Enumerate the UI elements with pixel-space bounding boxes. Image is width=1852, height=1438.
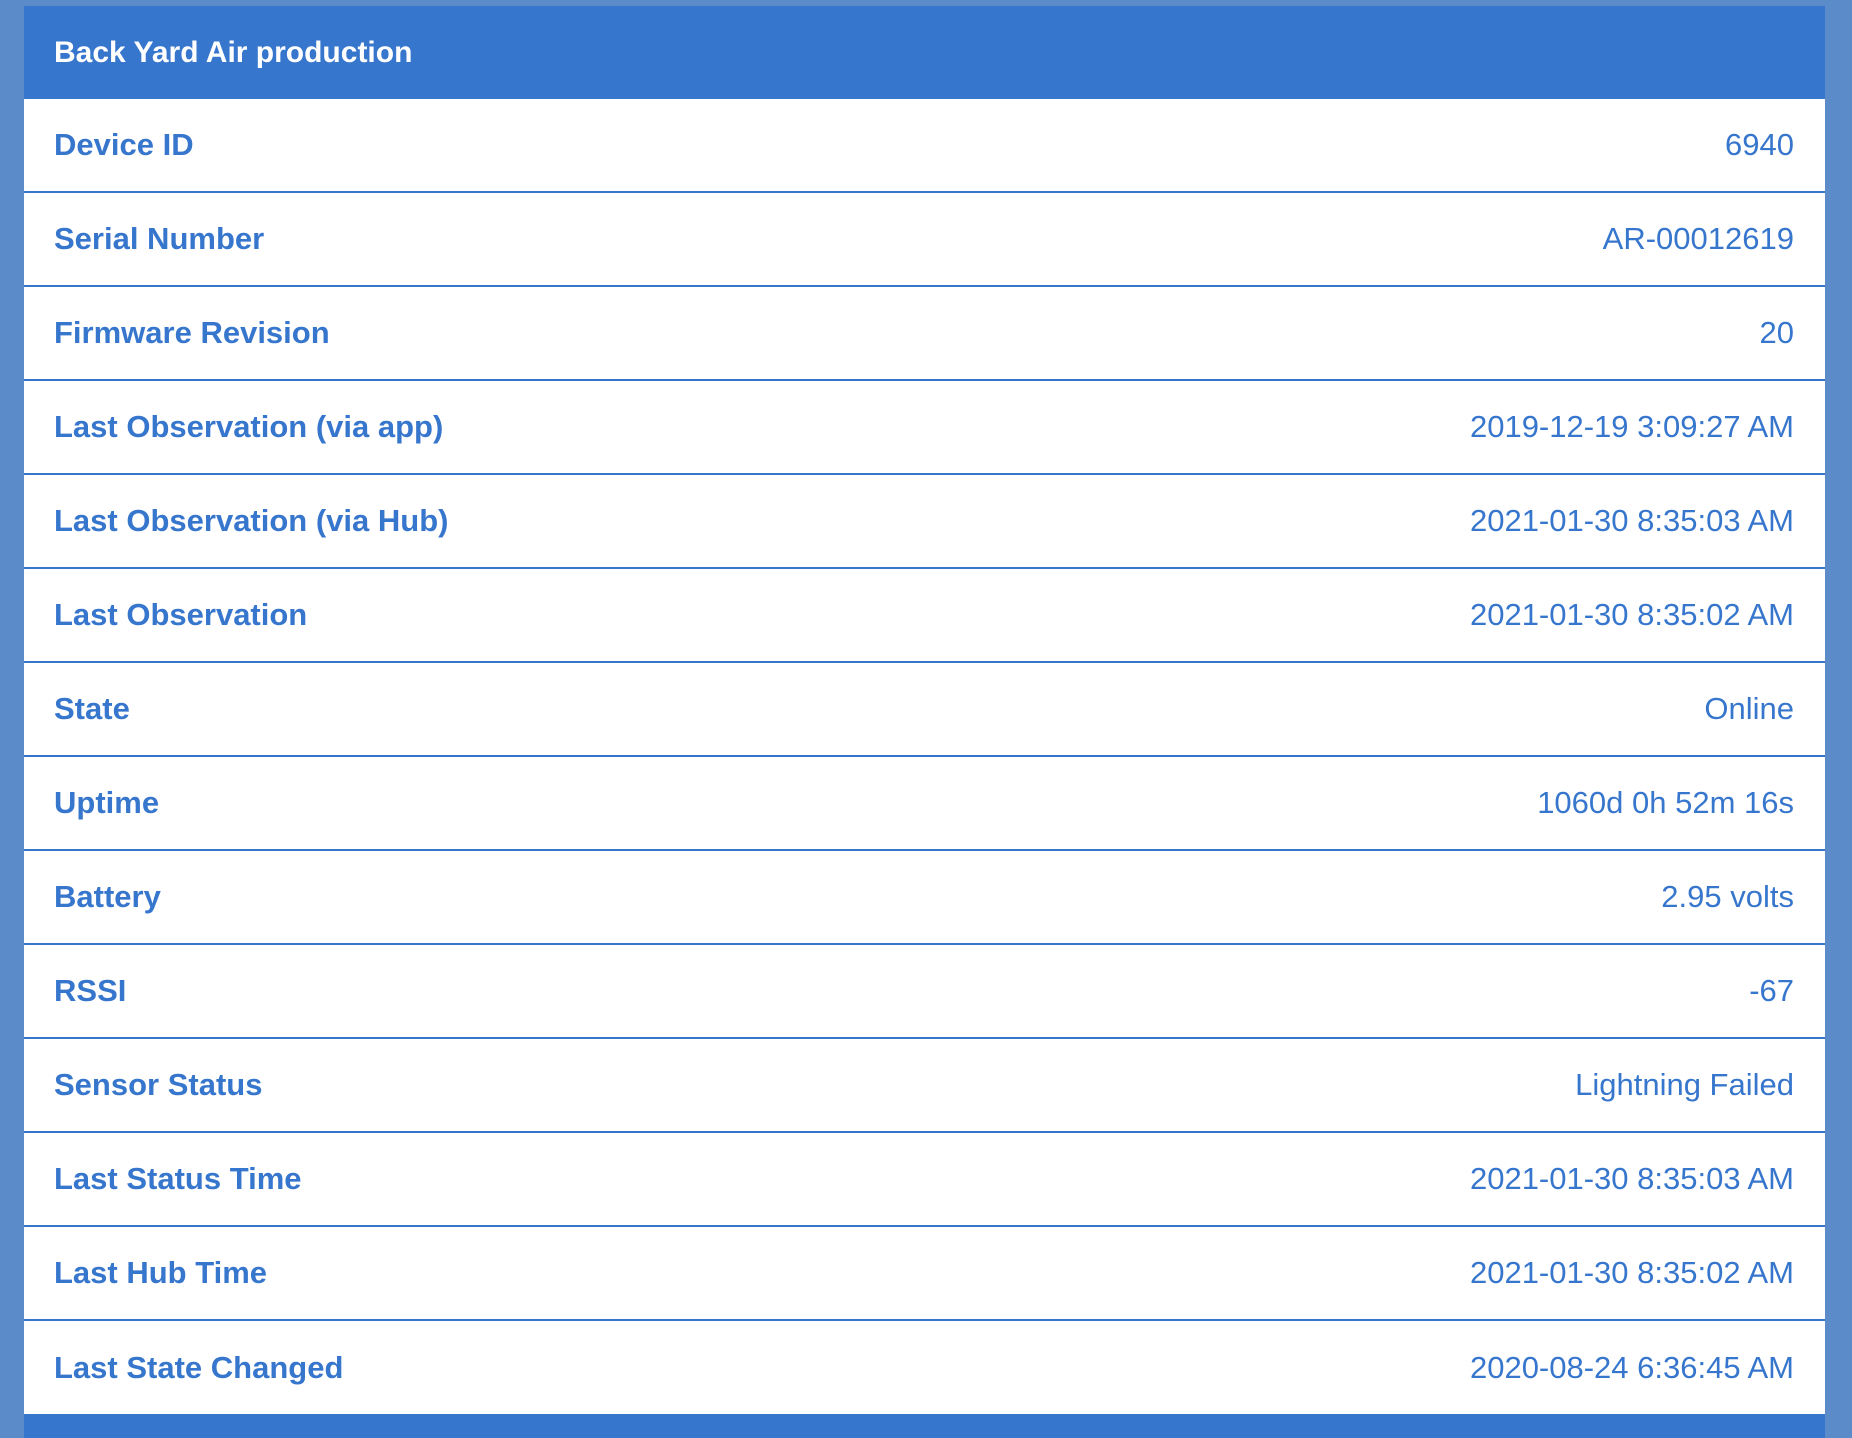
detail-label: Battery (54, 879, 161, 914)
detail-value: 2021-01-30 8:35:02 AM (1469, 1255, 1794, 1290)
detail-label: Last Observation (54, 597, 308, 632)
detail-value: AR-00012619 (1602, 221, 1794, 256)
panel-footer-bar (24, 1414, 1825, 1438)
detail-value: Online (1704, 691, 1794, 726)
detail-value: 2.95 volts (1661, 879, 1794, 914)
detail-row-battery: Battery 2.95 volts (24, 851, 1825, 945)
detail-row-last-hub-time: Last Hub Time 2021-01-30 8:35:02 AM (24, 1227, 1825, 1321)
detail-label: Last Observation (via Hub) (54, 503, 449, 538)
detail-value: 2021-01-30 8:35:03 AM (1469, 1161, 1794, 1196)
detail-label: Firmware Revision (54, 315, 330, 350)
detail-label: Sensor Status (54, 1067, 263, 1102)
panel-title: Back Yard Air production (54, 35, 413, 69)
detail-row-device-id: Device ID 6940 (24, 99, 1825, 193)
detail-row-serial-number: Serial Number AR-00012619 (24, 193, 1825, 287)
details-table: Device ID 6940 Serial Number AR-00012619… (24, 99, 1825, 1415)
detail-label: RSSI (54, 973, 127, 1008)
detail-label: Device ID (54, 127, 194, 162)
device-details-panel: Back Yard Air production Device ID 6940 … (24, 6, 1825, 1438)
detail-label: Last Status Time (54, 1161, 302, 1196)
detail-row-sensor-status: Sensor Status Lightning Failed (24, 1039, 1825, 1133)
detail-row-rssi: RSSI -67 (24, 945, 1825, 1039)
detail-row-firmware-revision: Firmware Revision 20 (24, 287, 1825, 381)
detail-row-last-state-changed: Last State Changed 2020-08-24 6:36:45 AM (24, 1321, 1825, 1415)
detail-row-last-status-time: Last Status Time 2021-01-30 8:35:03 AM (24, 1133, 1825, 1227)
detail-row-last-observation-hub: Last Observation (via Hub) 2021-01-30 8:… (24, 475, 1825, 569)
detail-label: Uptime (54, 785, 160, 820)
detail-value: Lightning Failed (1575, 1067, 1794, 1102)
detail-value: 6940 (1725, 127, 1794, 162)
panel-header: Back Yard Air production (24, 6, 1825, 99)
detail-label: State (54, 691, 130, 726)
detail-row-uptime: Uptime 1060d 0h 52m 16s (24, 757, 1825, 851)
detail-value: 1060d 0h 52m 16s (1537, 785, 1794, 820)
detail-value: 2020-08-24 6:36:45 AM (1469, 1350, 1794, 1385)
detail-value: 2019-12-19 3:09:27 AM (1469, 409, 1794, 444)
detail-row-state: State Online (24, 663, 1825, 757)
detail-row-last-observation: Last Observation 2021-01-30 8:35:02 AM (24, 569, 1825, 663)
detail-label: Serial Number (54, 221, 265, 256)
detail-label: Last State Changed (54, 1350, 344, 1385)
detail-value: 2021-01-30 8:35:03 AM (1469, 503, 1794, 538)
detail-value: 2021-01-30 8:35:02 AM (1469, 597, 1794, 632)
detail-value: 20 (1759, 315, 1794, 350)
detail-label: Last Observation (via app) (54, 409, 444, 444)
detail-label: Last Hub Time (54, 1255, 268, 1290)
detail-value: -67 (1749, 973, 1794, 1008)
detail-row-last-observation-app: Last Observation (via app) 2019-12-19 3:… (24, 381, 1825, 475)
